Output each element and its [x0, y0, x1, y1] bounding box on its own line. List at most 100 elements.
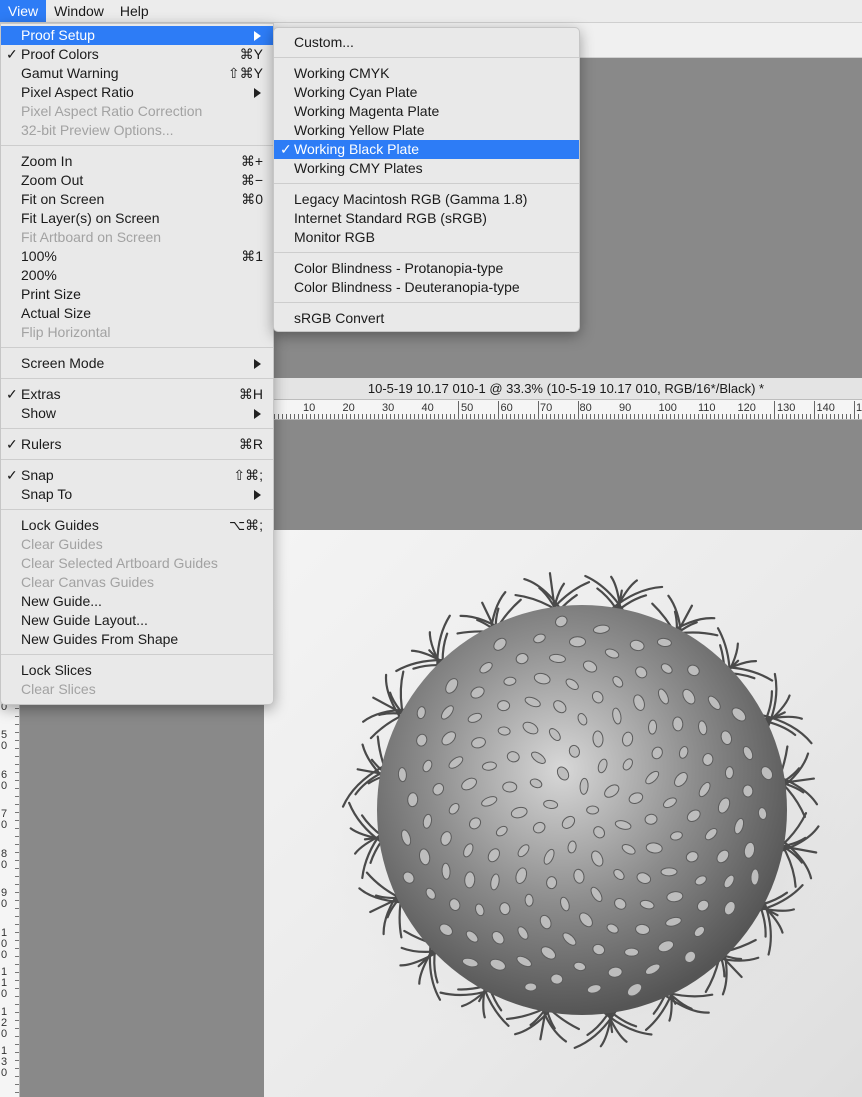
menu-item-extras[interactable]: ✓ Extras ⌘H [1, 385, 273, 404]
horizontal-ruler[interactable]: 10 20 30 40 50 60 70 80 90 100 110 120 130 140 1 [270, 400, 862, 420]
menu-item-custom[interactable]: Custom... [274, 33, 579, 52]
document-title[interactable]: 10-5-19 10.17 010-1 @ 33.3% (10-5-19 10.… [270, 378, 862, 400]
menu-item-monitor-rgb[interactable]: Monitor RGB [274, 228, 579, 247]
menu-separator [274, 183, 579, 184]
ruler-tick [662, 414, 663, 419]
ruler-tick [730, 414, 731, 419]
ruler-tick [338, 414, 339, 419]
menu-item-label: Working Cyan Plate [294, 84, 418, 100]
checkmark-icon: ✓ [6, 436, 18, 452]
menu-item-working-yellow-plate[interactable]: Working Yellow Plate [274, 121, 579, 140]
menu-item-label: New Guide... [21, 593, 102, 609]
menu-item-200[interactable]: 200% [1, 266, 273, 285]
menu-item-label: Fit on Screen [21, 191, 105, 207]
pod-bump [648, 719, 658, 735]
ruler-label: 40 [421, 402, 434, 414]
menu-item-zoom-in[interactable]: Zoom In ⌘+ [1, 152, 273, 171]
ruler-tick [15, 932, 19, 933]
menu-separator [1, 509, 273, 510]
menu-item-clear-guides: Clear Guides [1, 535, 273, 554]
menu-window[interactable]: Window [46, 0, 112, 22]
ruler-label: 140 [816, 402, 835, 414]
menu-item-lock-slices[interactable]: Lock Slices [1, 661, 273, 680]
menu-item-zoom-out[interactable]: Zoom Out ⌘− [1, 171, 273, 190]
ruler-tick [558, 414, 559, 419]
ruler-tick [310, 414, 311, 419]
image-canvas[interactable] [264, 530, 862, 1097]
ruler-tick [15, 724, 19, 725]
menu-item-snap-to[interactable]: Snap To [1, 485, 273, 504]
menu-item-100[interactable]: 100% ⌘1 [1, 247, 273, 266]
menu-item-working-cyan-plate[interactable]: Working Cyan Plate [274, 83, 579, 102]
shortcut-label: ⌘1 [241, 248, 263, 264]
menu-view[interactable]: View [0, 0, 47, 22]
ruler-tick [554, 414, 555, 419]
ruler-tick [522, 414, 523, 419]
menu-item-new-guide[interactable]: New Guide... [1, 592, 273, 611]
menu-item-actual-size[interactable]: Actual Size [1, 304, 273, 323]
ruler-tick [15, 868, 19, 869]
seed-pod-image [324, 572, 862, 1070]
menu-item-label: Clear Selected Artboard Guides [21, 555, 218, 571]
shortcut-label: ⇧⌘Y [227, 65, 263, 81]
ruler-label: 6 0 [1, 768, 8, 792]
menu-item-working-cmyk[interactable]: Working CMYK [274, 64, 579, 83]
shortcut-label: ⇧⌘; [233, 467, 263, 483]
menu-item-label: Clear Guides [21, 536, 103, 552]
menu-item-working-black-plate[interactable]: ✓ Working Black Plate [274, 140, 579, 159]
menu-item-fit-on-screen[interactable]: Fit on Screen ⌘0 [1, 190, 273, 209]
menu-item-color-blindness-deuteranopia-type[interactable]: Color Blindness - Deuteranopia-type [274, 278, 579, 297]
menu-item-fit-layer-s-on-screen[interactable]: Fit Layer(s) on Screen [1, 209, 273, 228]
menu-item-32-bit-preview-options: 32-bit Preview Options... [1, 121, 273, 140]
menu-item-legacy-macintosh-rgb-gamma-1-8[interactable]: Legacy Macintosh RGB (Gamma 1.8) [274, 190, 579, 209]
shortcut-label: ⌘Y [239, 46, 263, 62]
ruler-tick [15, 908, 19, 909]
menu-item-color-blindness-protanopia-type[interactable]: Color Blindness - Protanopia-type [274, 259, 579, 278]
menu-item-srgb-convert[interactable]: sRGB Convert [274, 309, 579, 328]
ruler-label: 9 0 [1, 887, 8, 910]
menu-separator [274, 57, 579, 58]
ruler-tick [798, 414, 799, 419]
ruler-tick [766, 414, 767, 419]
ruler-tick [710, 414, 711, 419]
ruler-tick [514, 414, 515, 419]
menu-item-internet-standard-rgb-srgb[interactable]: Internet Standard RGB (sRGB) [274, 209, 579, 228]
shortcut-label: ⌘− [240, 172, 263, 188]
ruler-tick [638, 414, 639, 419]
ruler-tick [790, 414, 791, 419]
ruler-tick [466, 414, 467, 419]
menu-item-label: Fit Artboard on Screen [21, 229, 162, 245]
ruler-label: 5 0 [1, 729, 8, 752]
menu-help[interactable]: Help [112, 0, 157, 22]
menu-item-lock-guides[interactable]: Lock Guides ⌥⌘; [1, 516, 273, 535]
menu-item-new-guides-from-shape[interactable]: New Guides From Shape [1, 630, 273, 649]
menu-item-print-size[interactable]: Print Size [1, 285, 273, 304]
menu-item-pixel-aspect-ratio[interactable]: Pixel Aspect Ratio [1, 83, 273, 102]
ruler-tick [15, 708, 19, 709]
menu-item-proof-setup[interactable]: Proof Setup [1, 26, 273, 45]
ruler-tick [426, 414, 427, 419]
menu-item-show[interactable]: Show [1, 404, 273, 423]
ruler-tick [15, 756, 19, 757]
ruler-tick [15, 972, 19, 973]
menu-item-label: Working Magenta Plate [294, 103, 440, 119]
menu-item-label: Clear Slices [21, 681, 96, 697]
menu-item-screen-mode[interactable]: Screen Mode [1, 354, 273, 373]
menu-item-gamut-warning[interactable]: Gamut Warning ⇧⌘Y [1, 64, 273, 83]
menu-item-working-cmy-plates[interactable]: Working CMY Plates [274, 159, 579, 178]
menu-item-snap[interactable]: ✓ Snap ⇧⌘; [1, 466, 273, 485]
menu-separator [1, 347, 273, 348]
menu-item-proof-colors[interactable]: ✓ Proof Colors ⌘Y [1, 45, 273, 64]
vertical-ruler[interactable]: 05 06 07 08 09 01 0 01 1 01 2 01 3 0 [0, 700, 20, 1097]
ruler-tick [15, 1012, 19, 1013]
menu-item-rulers[interactable]: ✓ Rulers ⌘R [1, 435, 273, 454]
ruler-tick [538, 401, 539, 419]
ruler-tick [826, 414, 827, 419]
menu-item-working-magenta-plate[interactable]: Working Magenta Plate [274, 102, 579, 121]
ruler-tick [670, 414, 671, 419]
ruler-tick [406, 414, 407, 419]
menu-item-label: Legacy Macintosh RGB (Gamma 1.8) [294, 191, 528, 207]
menu-item-new-guide-layout[interactable]: New Guide Layout... [1, 611, 273, 630]
ruler-tick [306, 414, 307, 419]
ruler-tick [390, 414, 391, 419]
